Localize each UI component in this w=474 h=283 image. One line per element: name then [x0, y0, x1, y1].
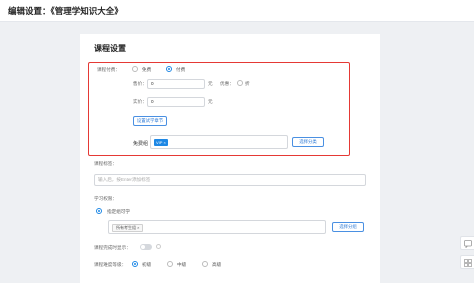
difficulty-intermediate-label: 中级 — [177, 262, 187, 267]
settings-card: 课程设置 课程付费： 免费 付费 售价： 0 元 优惠： 折 实价： 0 元 设… — [80, 34, 380, 283]
difficulty-radio-beginner[interactable] — [132, 261, 138, 267]
course-type-label: 课程付费： — [97, 67, 120, 72]
actual-price-label: 实价： — [133, 99, 147, 104]
page-title: 编辑设置：《管理学知识大全》 — [8, 6, 123, 16]
permission-label: 学习权限： — [94, 196, 117, 201]
grid-tool-button[interactable] — [460, 255, 474, 269]
completion-label: 课程完成时显示： — [94, 245, 131, 250]
grid-icon — [464, 259, 472, 267]
radio-free[interactable] — [132, 66, 138, 72]
discount-unit: 折 — [245, 81, 250, 86]
price-input[interactable]: 0 — [147, 79, 205, 89]
tags-label: 课程标签： — [94, 161, 117, 166]
price-unit: 元 — [208, 81, 213, 86]
difficulty-advanced-label: 高级 — [212, 262, 222, 267]
permission-group-tag[interactable]: 所有考生组 × — [112, 224, 144, 232]
permission-option: 指定组可学 — [107, 209, 130, 214]
permission-group-field[interactable]: 所有考生组 × — [108, 220, 326, 234]
feedback-icon — [464, 240, 472, 248]
price-label: 售价： — [133, 81, 147, 86]
select-category-button[interactable]: 选择分类 — [292, 137, 324, 147]
radio-paid[interactable] — [166, 66, 172, 72]
free-group-label: 免费组 — [133, 141, 149, 147]
radio-free-label: 免费 — [142, 67, 152, 72]
difficulty-radio-intermediate[interactable] — [167, 261, 173, 267]
radio-paid-label: 付费 — [176, 67, 186, 72]
discount-label: 优惠： — [220, 81, 234, 86]
card-title: 课程设置 — [94, 44, 126, 53]
tags-input[interactable]: 输入后，按Enter添加标签 — [94, 174, 366, 186]
difficulty-label: 课程难度等级： — [94, 262, 127, 267]
free-group-tag[interactable]: VIP × — [154, 139, 168, 146]
feedback-tool-button[interactable] — [460, 236, 474, 250]
permission-group-tag-text: 所有考生组 — [116, 225, 136, 230]
free-group-tag-text: VIP — [156, 140, 163, 145]
completion-toggle[interactable] — [140, 244, 152, 250]
permission-radio[interactable] — [96, 208, 102, 214]
top-bar: 编辑设置：《管理学知识大全》 — [0, 0, 474, 22]
actual-price-unit: 元 — [208, 99, 213, 104]
actual-price-input[interactable]: 0 — [147, 97, 205, 107]
discount-radio[interactable] — [237, 80, 243, 86]
set-trial-chapter-button[interactable]: 设置试学章节 — [133, 116, 167, 126]
select-group-button[interactable]: 选择分组 — [332, 222, 364, 232]
help-icon[interactable] — [156, 244, 161, 249]
free-group-tag-field[interactable]: VIP × — [150, 135, 288, 149]
difficulty-radio-advanced[interactable] — [202, 261, 208, 267]
difficulty-beginner-label: 初级 — [142, 262, 152, 267]
